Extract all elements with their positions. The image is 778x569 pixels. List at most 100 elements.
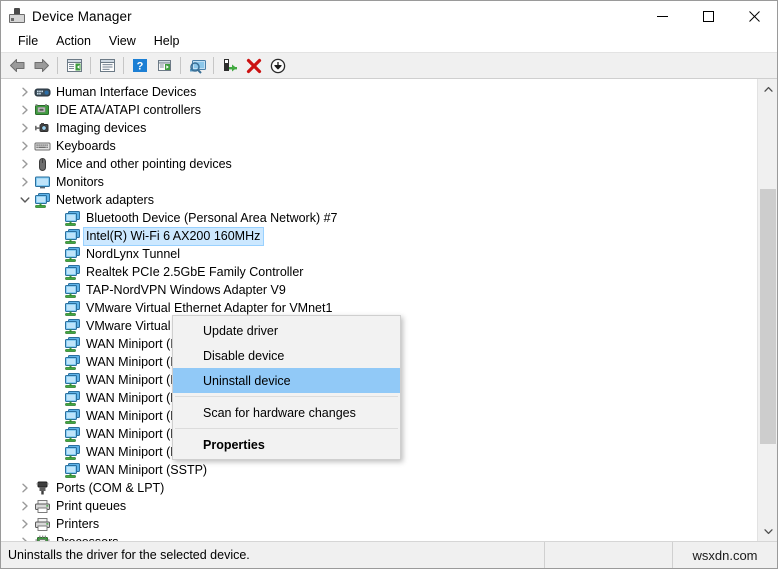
scroll-up-button[interactable] [758,79,777,99]
tree-item-label: Human Interface Devices [56,84,197,99]
context-menu-item[interactable]: Uninstall device [173,368,400,393]
menu-view[interactable]: View [100,32,145,51]
tree-item-label: Imaging devices [56,120,147,135]
tree-item[interactable]: Processors [1,533,757,541]
tree-item[interactable]: WAN Miniport (SSTP) [1,461,757,479]
tree-item[interactable]: Bluetooth Device (Personal Area Network)… [1,209,757,227]
properties-icon[interactable] [95,55,119,77]
chevron-right-icon[interactable] [17,479,33,497]
maximize-button[interactable] [685,1,731,31]
tree-item[interactable]: Imaging devices [1,119,757,137]
disable-device-icon[interactable] [266,55,290,77]
chevron-right-icon[interactable] [17,173,33,191]
context-menu-item[interactable]: Update driver [173,318,400,343]
network-adapter-icon [63,227,81,245]
title-bar: Device Manager [1,1,777,31]
tree-item[interactable]: TAP-NordVPN Windows Adapter V9 [1,281,757,299]
context-menu-item[interactable]: Properties [173,432,400,457]
menu-action[interactable]: Action [47,32,100,51]
tree-item-label: Printers [56,516,100,531]
scan-for-hardware-changes-icon[interactable] [185,55,209,77]
toolbar-separator [123,57,124,74]
tree-item[interactable]: Keyboards [1,137,757,155]
tree-item-label: Processors [54,534,122,542]
network-adapter-icon [63,407,81,425]
tree-item[interactable]: Printers [1,515,757,533]
chevron-right-icon[interactable] [17,101,33,119]
context-menu-item[interactable]: Scan for hardware changes [173,400,400,425]
vertical-scrollbar[interactable] [757,79,777,541]
context-menu-item[interactable]: Disable device [173,343,400,368]
chevron-down-icon[interactable] [17,191,33,209]
tree-item-label: TAP-NordVPN Windows Adapter V9 [86,282,286,297]
network-adapter-icon [63,281,81,299]
chevron-right-icon[interactable] [17,119,33,137]
update-driver-icon[interactable] [218,55,242,77]
toolbar-separator [57,57,58,74]
context-menu-separator [175,396,398,397]
uninstall-device-icon[interactable] [242,55,266,77]
status-bar: Uninstalls the driver for the selected d… [1,542,777,568]
tree-item[interactable]: Monitors [1,173,757,191]
network-adapter-icon [63,317,81,335]
device-manager-window: Device Manager File Action View Help ? H… [0,0,778,569]
keyboard-icon [33,137,51,155]
scrollbar-thumb[interactable] [760,189,776,444]
menu-file[interactable]: File [9,32,47,51]
tree-item[interactable]: Ports (COM & LPT) [1,479,757,497]
tree-item[interactable]: Human Interface Devices [1,83,757,101]
network-adapter-icon [63,299,81,317]
show-hide-console-tree-icon[interactable] [62,55,86,77]
tree-item-label: Ports (COM & LPT) [56,480,165,495]
show-hide-action-pane-icon[interactable] [152,55,176,77]
tree-item-label: Network adapters [56,192,154,207]
tree-item-label: Intel(R) Wi-Fi 6 AX200 160MHz [82,226,265,246]
tree-item-label: Bluetooth Device (Personal Area Network)… [86,210,338,225]
tree-item-label: IDE ATA/ATAPI controllers [56,102,201,117]
chevron-right-icon[interactable] [17,497,33,515]
network-adapter-icon [63,335,81,353]
chevron-right-icon[interactable] [17,155,33,173]
minimize-button[interactable] [639,1,685,31]
context-menu: Update driver Disable device Uninstall dev… [172,315,401,460]
tree-item[interactable]: Network adapters [1,191,757,209]
scroll-down-button[interactable] [758,521,777,541]
tree-item[interactable]: NordLynx Tunnel [1,245,757,263]
chevron-right-icon[interactable] [17,137,33,155]
status-message: Uninstalls the driver for the selected d… [1,542,545,568]
help-icon[interactable]: ? [128,55,152,77]
chevron-right-icon[interactable] [17,83,33,101]
network-adapter-icon [33,191,51,209]
back-icon[interactable] [5,55,29,77]
tree-item[interactable]: Intel(R) Wi-Fi 6 AX200 160MHz [1,226,757,246]
tree-item-label: Realtek PCIe 2.5GbE Family Controller [86,264,304,279]
device-tree[interactable]: Human Interface Devices IDE ATA/ATAPI con… [1,79,757,541]
tree-item-label: Mice and other pointing devices [56,156,232,171]
tree-item[interactable]: IDE ATA/ATAPI controllers [1,101,757,119]
tree-item-label: Keyboards [56,138,116,153]
tree-item[interactable]: Mice and other pointing devices [1,155,757,173]
tree-item[interactable]: Print queues [1,497,757,515]
chevron-right-icon[interactable] [17,533,33,541]
chevron-right-icon[interactable] [17,515,33,533]
forward-icon[interactable] [29,55,53,77]
tree-item-label: NordLynx Tunnel [86,246,181,261]
monitor-icon [33,173,51,191]
toolbar-separator [180,57,181,74]
menu-help[interactable]: Help [145,32,189,51]
svg-text:?: ? [137,61,144,73]
close-button[interactable] [731,1,777,31]
tree-item[interactable]: Realtek PCIe 2.5GbE Family Controller [1,263,757,281]
